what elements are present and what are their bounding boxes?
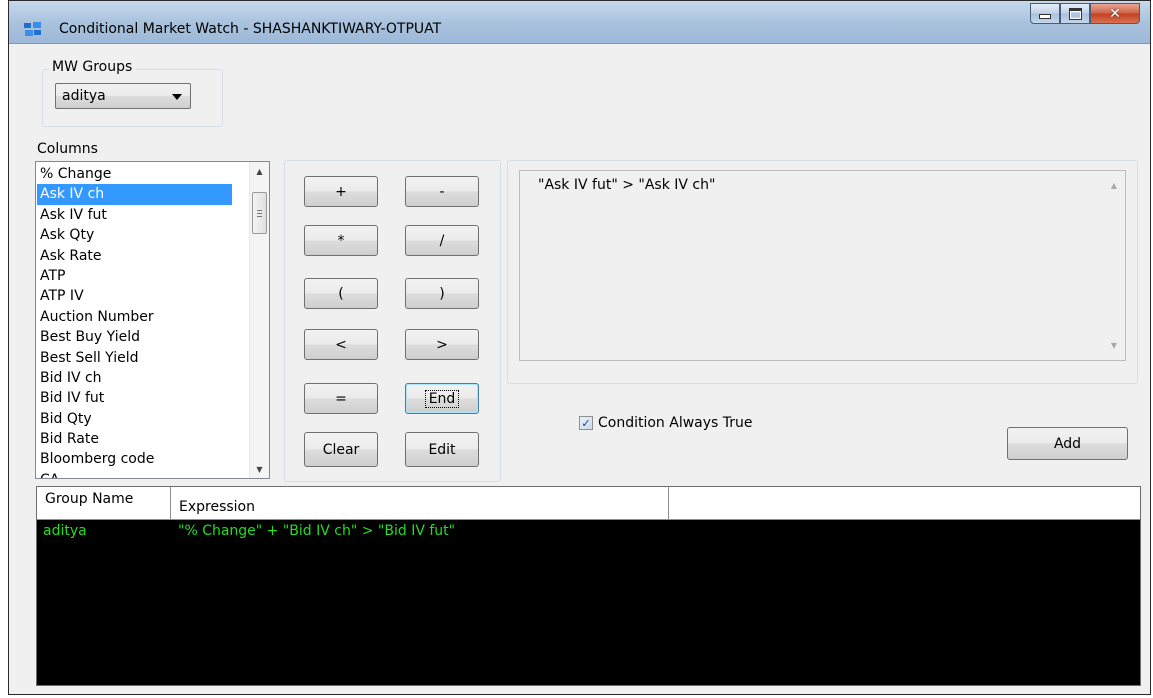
mw-groups-legend: MW Groups (49, 59, 136, 75)
list-item[interactable]: Ask Qty (37, 225, 232, 245)
add-button[interactable]: Add (1007, 427, 1128, 460)
column-header-empty[interactable] (669, 487, 1140, 519)
row-group-name: aditya (43, 523, 87, 539)
app-icon (24, 22, 41, 36)
expression-text: "Ask IV fut" > "Ask IV ch" (538, 177, 716, 193)
column-header-expression[interactable]: Expression (171, 487, 669, 519)
window-title: Conditional Market Watch - SHASHANKTIWAR… (59, 21, 442, 37)
list-item[interactable]: Bid Qty (37, 409, 232, 429)
multiply-button[interactable]: * (304, 225, 378, 256)
window-controls: ✕ (1030, 3, 1140, 25)
minimize-button[interactable] (1030, 3, 1060, 24)
conditional-market-watch-window: Conditional Market Watch - SHASHANKTIWAR… (8, 0, 1151, 695)
close-paren-button[interactable]: ) (405, 278, 479, 309)
mw-groups-dropdown[interactable]: aditya (55, 83, 191, 109)
scroll-up-arrow-icon[interactable]: ▲ (250, 162, 269, 180)
close-button[interactable]: ✕ (1090, 3, 1140, 24)
columns-listbox[interactable]: % Change Ask IV ch Ask IV fut Ask Qty As… (35, 161, 270, 479)
list-item[interactable]: Bid IV fut (37, 388, 232, 408)
end-button-label: End (424, 389, 460, 408)
row-expression: "% Change" + "Bid IV ch" > "Bid IV fut" (178, 523, 456, 539)
list-item[interactable]: Best Buy Yield (37, 327, 232, 347)
scroll-down-arrow-icon[interactable]: ▼ (1111, 341, 1117, 350)
scroll-up-arrow-icon[interactable]: ▲ (1111, 181, 1117, 190)
list-item[interactable]: Ask Rate (37, 246, 232, 266)
less-than-button[interactable]: < (304, 329, 378, 360)
equals-button[interactable]: = (304, 383, 378, 414)
maximize-icon (1068, 7, 1082, 20)
list-item[interactable]: Bid Rate (37, 429, 232, 449)
grid-header: Group Name Expression (37, 487, 1140, 520)
list-item[interactable]: CA (37, 470, 232, 478)
list-item[interactable]: Bloomberg code (37, 449, 232, 469)
condition-always-true-label[interactable]: Condition Always True (598, 415, 753, 431)
end-button[interactable]: End (405, 383, 479, 414)
clear-button[interactable]: Clear (304, 432, 378, 467)
title-bar[interactable]: Conditional Market Watch - SHASHANKTIWAR… (9, 1, 1150, 44)
column-header-group-name[interactable]: Group Name (37, 487, 171, 519)
list-item[interactable]: Auction Number (37, 307, 232, 327)
list-item[interactable]: ATP IV (37, 286, 232, 306)
condition-always-true-checkbox[interactable]: ✓ (579, 416, 593, 430)
list-item-selected[interactable]: Ask IV ch (37, 184, 232, 205)
greater-than-button[interactable]: > (405, 329, 479, 360)
list-item[interactable]: % Change (37, 164, 232, 184)
columns-label: Columns (37, 141, 98, 157)
columns-list: % Change Ask IV ch Ask IV fut Ask Qty As… (37, 164, 232, 478)
columns-scrollbar[interactable]: ▲ ▼ (249, 162, 269, 478)
list-item[interactable]: Ask IV fut (37, 205, 232, 225)
mw-groups-selected-value: aditya (62, 88, 106, 104)
minus-button[interactable]: - (405, 176, 479, 207)
plus-button[interactable]: + (304, 176, 378, 207)
scroll-down-arrow-icon[interactable]: ▼ (250, 460, 269, 478)
scroll-thumb[interactable] (252, 192, 267, 234)
list-item[interactable]: Bid IV ch (37, 368, 232, 388)
edit-button[interactable]: Edit (405, 432, 479, 467)
conditions-grid[interactable]: Group Name Expression aditya "% Change" … (36, 486, 1141, 686)
list-item[interactable]: ATP (37, 266, 232, 286)
table-row[interactable]: aditya "% Change" + "Bid IV ch" > "Bid I… (37, 523, 1140, 543)
chevron-down-icon (172, 94, 182, 100)
expression-textarea[interactable]: "Ask IV fut" > "Ask IV ch" ▲ ▼ (519, 170, 1126, 361)
list-item[interactable]: Best Sell Yield (37, 348, 232, 368)
open-paren-button[interactable]: ( (304, 278, 378, 309)
divide-button[interactable]: / (405, 225, 479, 256)
maximize-button[interactable] (1060, 3, 1090, 24)
checkmark-icon: ✓ (581, 416, 591, 430)
minimize-icon (1039, 14, 1051, 19)
close-icon: ✕ (1109, 5, 1121, 22)
